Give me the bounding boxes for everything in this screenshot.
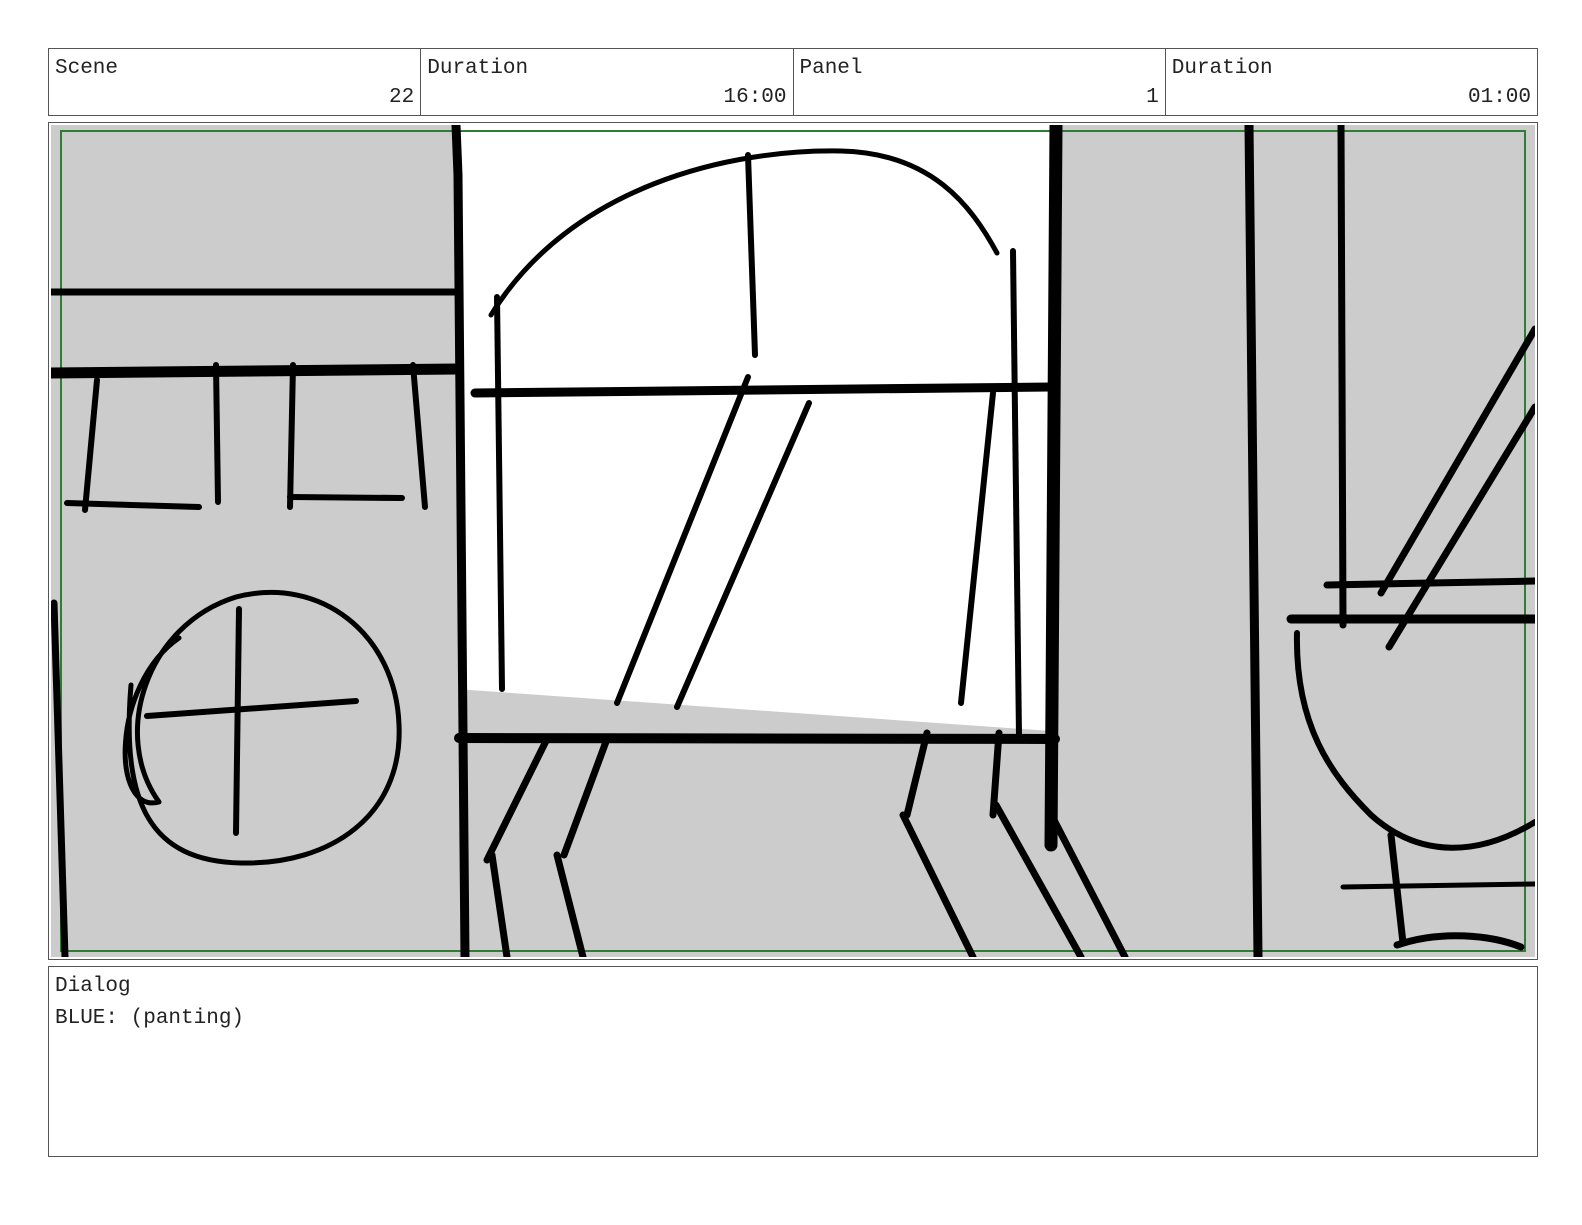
shelf-support-line [1337, 125, 1347, 629]
window-glare [614, 374, 751, 706]
left-wall-fill [51, 125, 458, 957]
shelf-foot [64, 500, 202, 510]
scene-cell: Scene 22 [49, 49, 422, 115]
panel-number: 1 [1146, 86, 1159, 109]
dialog-text: BLUE: (panting) [55, 1007, 245, 1030]
dialog-label: Dialog [55, 975, 131, 998]
scene-duration-value: 16:00 [723, 86, 787, 109]
window-arch [488, 148, 1000, 318]
panel-duration-label: Duration [1171, 57, 1273, 80]
window-mullion [745, 152, 758, 358]
panel-cell: Panel 1 [794, 49, 1166, 115]
panel-label: Panel [799, 57, 863, 80]
panel-duration-cell: Duration 01:00 [1166, 49, 1537, 115]
shelf-leg [213, 362, 221, 505]
clock-vertical-line [233, 606, 242, 836]
shelf-foot [287, 494, 405, 501]
window-transom [470, 382, 1056, 398]
window-glare [674, 400, 812, 710]
scene-duration-label: Duration [427, 57, 529, 80]
window-right-frame [1010, 248, 1022, 740]
cabinet-line [1340, 881, 1535, 890]
window-left-frame [494, 294, 505, 692]
dialog-box: Dialog BLUE: (panting) [48, 966, 1538, 1157]
shelf-leg [287, 362, 296, 510]
scene-number: 22 [389, 86, 415, 109]
window-glare [958, 390, 996, 706]
panel-duration-value: 01:00 [1467, 86, 1531, 109]
shelf-line [51, 363, 464, 379]
scene-label: Scene [55, 57, 119, 80]
right-wall-fill [1051, 125, 1535, 957]
floor-fill [455, 689, 1051, 957]
gray-fills [51, 125, 1535, 957]
storyboard-panel [48, 122, 1538, 960]
scene-duration-cell: Duration 16:00 [421, 49, 794, 115]
panel-sketch [51, 125, 1535, 957]
panel-info-header: Scene 22 Duration 16:00 Panel 1 Duration… [48, 48, 1538, 116]
